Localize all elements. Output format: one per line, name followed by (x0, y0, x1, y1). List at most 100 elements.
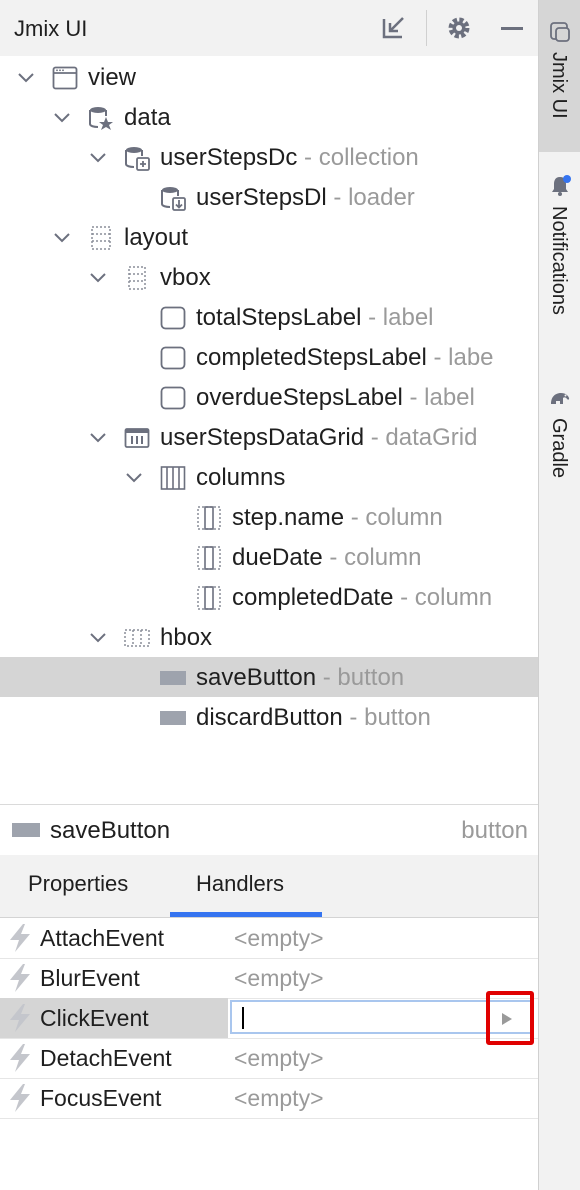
handler-row-attachevent[interactable]: AttachEvent <empty> (0, 918, 538, 959)
tree-node-label: saveButton - button (196, 664, 405, 691)
sidebar-tab-notifications[interactable]: Notifications (539, 164, 580, 354)
handler-name: FocusEvent (40, 1085, 162, 1111)
text-caret (242, 1007, 244, 1029)
tool-window-sidebar: Jmix UI Notifications Gradle (538, 0, 580, 1190)
chevron-down-icon[interactable] (88, 147, 108, 167)
handler-row-detachevent[interactable]: DetachEvent <empty> (0, 1038, 538, 1079)
collapse-icon[interactable] (378, 13, 408, 43)
label-icon (160, 386, 186, 410)
bell-icon (552, 175, 571, 196)
tree-node-label: view (88, 64, 137, 91)
sidebar-tab-label: Gradle (548, 418, 570, 479)
lightning-icon (10, 1084, 30, 1112)
column-icon (197, 546, 221, 570)
tree-node-completeddate[interactable]: completedDate - column (0, 577, 538, 617)
chevron-down-icon[interactable] (16, 67, 36, 87)
chevron-down-icon[interactable] (88, 267, 108, 287)
sidebar-tab-gradle[interactable]: Gradle (539, 380, 580, 500)
tree-node-overduestepslabel[interactable]: overdueStepsLabel - label (0, 377, 538, 417)
selected-component-type: button (461, 817, 528, 844)
handler-value[interactable]: <empty> (234, 925, 324, 952)
handler-name: ClickEvent (40, 1005, 149, 1032)
jmix-ui-panel: Jmix UI view data userStepsDc - collecti… (0, 0, 538, 1190)
tree-node-label: layout (124, 224, 189, 251)
tree-node-label: userStepsDataGrid - dataGrid (160, 424, 478, 451)
tree-node-label: columns (196, 464, 286, 491)
tree-node-userstepsdatagrid[interactable]: userStepsDataGrid - dataGrid (0, 417, 538, 457)
lightning-icon (10, 1004, 30, 1032)
handler-value[interactable]: <empty> (234, 965, 324, 992)
header-separator (426, 10, 427, 46)
button-icon (160, 671, 186, 685)
tree-node-savebutton[interactable]: saveButton - button (0, 657, 538, 697)
button-icon (160, 711, 186, 725)
tree-node-totalstepslabel[interactable]: totalStepsLabel - label (0, 297, 538, 337)
tree-node-label: totalStepsLabel - label (196, 304, 434, 331)
tree-node-label: userStepsDl - loader (196, 184, 415, 211)
column-icon (197, 506, 221, 530)
chevron-down-icon[interactable] (52, 107, 72, 127)
tree-node-label: step.name - column (232, 504, 443, 531)
datagrid-icon (124, 428, 150, 448)
handler-name: DetachEvent (40, 1045, 172, 1071)
sidebar-tab-jmix-ui[interactable]: Jmix UI (539, 0, 580, 152)
chevron-down-icon[interactable] (88, 627, 108, 647)
handler-name: AttachEvent (40, 925, 165, 951)
handler-row-blurevent[interactable]: BlurEvent <empty> (0, 958, 538, 999)
handler-row-focusevent[interactable]: FocusEvent <empty> (0, 1078, 538, 1119)
tree-node-data[interactable]: data (0, 97, 538, 137)
tree-node-label: data (124, 104, 171, 131)
tree-node-userstepsdl[interactable]: userStepsDl - loader (0, 177, 538, 217)
minimize-icon[interactable] (497, 13, 527, 43)
elephant-icon (551, 393, 570, 404)
tree-node-label: vbox (160, 264, 211, 291)
tree-node-label: discardButton - button (196, 704, 431, 731)
panel-title: Jmix UI (14, 16, 88, 41)
tree-node-layout[interactable]: layout (0, 217, 538, 257)
tree-node-vbox[interactable]: vbox (0, 257, 538, 297)
jmix-icon (550, 22, 570, 42)
tab-properties[interactable]: Properties (28, 871, 128, 897)
tree-node-label: userStepsDc - collection (160, 144, 419, 171)
tree-node-userstepsdc[interactable]: userStepsDc - collection (0, 137, 538, 177)
vbox-icon (128, 266, 146, 290)
sidebar-tab-label: Notifications (548, 206, 570, 315)
tree-node-completedstepslabel[interactable]: completedStepsLabel - labe (0, 337, 538, 377)
chevron-down-icon[interactable] (124, 467, 144, 487)
tree-node-label: completedDate - column (232, 584, 493, 611)
tree-node-duedate[interactable]: dueDate - column (0, 537, 538, 577)
tree-node-columns[interactable]: columns (0, 457, 538, 497)
tab-handlers[interactable]: Handlers (196, 871, 284, 897)
handler-name: BlurEvent (40, 965, 140, 991)
tree-node-view[interactable]: view (0, 57, 538, 97)
hbox-icon (124, 629, 150, 647)
component-tree[interactable]: view data userStepsDc - collection userS… (0, 56, 538, 804)
active-tab-indicator (170, 912, 322, 917)
chevron-down-icon[interactable] (88, 427, 108, 447)
collection-icon (125, 147, 150, 171)
lightning-icon (10, 964, 30, 992)
handler-row-clickevent[interactable]: ClickEvent (0, 998, 538, 1039)
selected-component-name: saveButton (50, 817, 171, 844)
handler-value[interactable]: <empty> (234, 1045, 324, 1072)
chevron-down-icon[interactable] (52, 227, 72, 247)
handler-value[interactable]: <empty> (234, 1085, 324, 1112)
tree-node-label: dueDate - column (232, 544, 422, 571)
tree-node-hbox[interactable]: hbox (0, 617, 538, 657)
label-icon (160, 306, 186, 330)
tree-node-label: hbox (160, 624, 213, 651)
gear-icon[interactable] (444, 13, 474, 43)
tree-node-discardbutton[interactable]: discardButton - button (0, 697, 538, 737)
highlight-box (486, 991, 534, 1045)
tree-node-label: completedStepsLabel - labe (196, 344, 494, 371)
selected-component-bar: saveButton button (0, 805, 538, 855)
data-star-icon (89, 107, 113, 130)
layout-icon (91, 226, 111, 250)
tree-node-label: overdueStepsLabel - label (196, 384, 475, 411)
inspector-tabs: Properties Handlers (0, 855, 538, 918)
tree-node-step-name[interactable]: step.name - column (0, 497, 538, 537)
window-icon (52, 66, 78, 90)
panel-header: Jmix UI (0, 0, 538, 56)
loader-icon (161, 187, 186, 211)
sidebar-tab-label: Jmix UI (548, 52, 570, 119)
